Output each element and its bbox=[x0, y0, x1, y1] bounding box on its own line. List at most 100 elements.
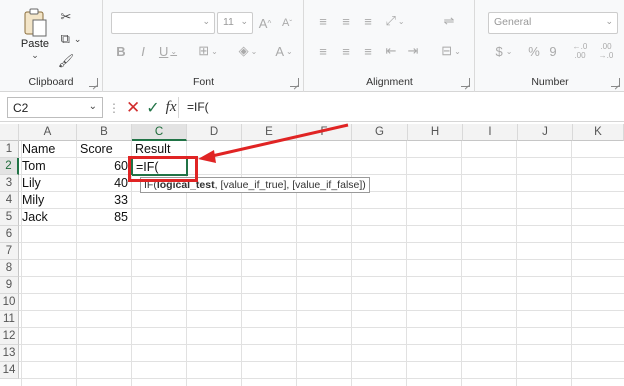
column-header-g[interactable]: G bbox=[352, 124, 408, 141]
row-header-2[interactable]: 2 bbox=[0, 158, 19, 175]
alignment-launcher-icon[interactable] bbox=[461, 78, 470, 87]
copy-button[interactable]: ⧉ ⌄ bbox=[56, 30, 86, 48]
tooltip-args-rest: , [value_if_true], [value_if_false]) bbox=[214, 179, 366, 191]
cell-b3[interactable]: 40 bbox=[77, 175, 132, 192]
row-header-5[interactable]: 5 bbox=[0, 209, 19, 226]
clipboard-launcher-icon[interactable] bbox=[89, 78, 98, 87]
currency-button[interactable]: $ ⌄ bbox=[490, 42, 518, 60]
column-header-a[interactable]: A bbox=[19, 124, 77, 141]
clipboard-group-label: Clipboard bbox=[28, 76, 74, 88]
font-color-button[interactable]: A ⌄ bbox=[270, 42, 298, 60]
column-header-k[interactable]: K bbox=[573, 124, 624, 141]
cell-b2[interactable]: 60 bbox=[77, 158, 132, 175]
column-header-e[interactable]: E bbox=[242, 124, 297, 141]
cell-b1[interactable]: Score bbox=[77, 141, 132, 158]
ribbon: Paste ⌄ ✂ ⧉ ⌄ 🖌 Clipboard ⌄ 11 ⌄ A ^ Aˇ B I… bbox=[0, 0, 624, 92]
row-header-9[interactable]: 9 bbox=[0, 277, 19, 294]
cell-b5[interactable]: 85 bbox=[77, 209, 132, 226]
row-header-6[interactable]: 6 bbox=[0, 226, 19, 243]
underline-button[interactable]: U ⌄ bbox=[156, 42, 180, 60]
name-box[interactable]: C2 ⌄ bbox=[7, 97, 103, 118]
orientation-button[interactable]: ⤢ ⌄ bbox=[383, 12, 407, 30]
align-center-button[interactable]: ≡ bbox=[338, 42, 354, 60]
name-box-value: C2 bbox=[13, 101, 29, 115]
column-header-f[interactable]: F bbox=[297, 124, 352, 141]
alignment-group-label: Alignment bbox=[366, 76, 413, 88]
font-size-value: 11 bbox=[223, 16, 234, 28]
align-right-button[interactable]: ≡ bbox=[360, 42, 376, 60]
font-group: ⌄ 11 ⌄ A ^ Aˇ B I U ⌄ ⊞ ⌄ ◈ ⌄ A ⌄ Font bbox=[104, 0, 304, 92]
align-top-button[interactable]: ≡ bbox=[315, 12, 331, 30]
bold-button[interactable]: B bbox=[114, 42, 128, 60]
paste-button[interactable]: Paste ⌄ bbox=[18, 6, 52, 62]
row-header-11[interactable]: 11 bbox=[0, 311, 19, 328]
align-bottom-button[interactable]: ≡ bbox=[360, 12, 376, 30]
font-launcher-icon[interactable] bbox=[290, 78, 299, 87]
align-middle-button[interactable]: ≡ bbox=[338, 12, 354, 30]
cell-a4[interactable]: Mily bbox=[19, 192, 77, 209]
column-header-d[interactable]: D bbox=[187, 124, 242, 141]
row-header-4[interactable]: 4 bbox=[0, 192, 19, 209]
chevron-down-icon[interactable]: ⌄ bbox=[89, 101, 97, 112]
cut-button[interactable]: ✂ bbox=[58, 8, 74, 26]
cell-a1[interactable]: Name bbox=[19, 141, 77, 158]
paint-bucket-icon: ◈ bbox=[238, 43, 249, 58]
align-middle-icon: ≡ bbox=[342, 13, 350, 29]
increase-indent-button[interactable]: ⇥ bbox=[405, 42, 421, 60]
increase-indent-icon: ⇥ bbox=[407, 43, 419, 58]
number-group: General ⌄ $ ⌄ % 9 ←.0 .00 .00 →.0 Number bbox=[476, 0, 624, 92]
format-painter-button[interactable]: 🖌 bbox=[57, 52, 75, 70]
formula-buttons: ⋮ ✕ ✓ fx bbox=[108, 97, 176, 118]
decrease-decimal-button[interactable]: .00 →.0 bbox=[595, 40, 617, 62]
fill-color-button[interactable]: ◈ ⌄ bbox=[234, 42, 262, 60]
orientation-icon: ⤢ bbox=[385, 13, 396, 28]
borders-button[interactable]: ⊞ ⌄ bbox=[194, 42, 222, 60]
formula-input[interactable]: =IF( bbox=[178, 97, 618, 118]
increase-decimal-button[interactable]: ←.0 .00 bbox=[569, 40, 591, 62]
cancel-icon[interactable]: ✕ bbox=[126, 98, 140, 118]
cell-a3[interactable]: Lily bbox=[19, 175, 77, 192]
row-header-3[interactable]: 3 bbox=[0, 175, 19, 192]
cell-a2[interactable]: Tom bbox=[19, 158, 77, 175]
align-center-icon: ≡ bbox=[342, 43, 350, 59]
column-header-j[interactable]: J bbox=[518, 124, 573, 141]
chevron-down-icon: ⌄ bbox=[202, 16, 210, 26]
row-header-8[interactable]: 8 bbox=[0, 260, 19, 277]
paste-label: Paste bbox=[20, 37, 50, 50]
align-left-button[interactable]: ≡ bbox=[315, 42, 331, 60]
column-header-h[interactable]: H bbox=[408, 124, 463, 141]
column-header-c[interactable]: C bbox=[132, 124, 187, 141]
font-size-dropdown[interactable]: 11 ⌄ bbox=[217, 12, 253, 34]
copy-icon: ⧉ bbox=[60, 31, 70, 46]
decrease-font-button[interactable]: Aˇ bbox=[279, 14, 295, 32]
confirm-icon[interactable]: ✓ bbox=[146, 98, 159, 118]
cell-b4[interactable]: 33 bbox=[77, 192, 132, 209]
insert-function-icon[interactable]: fx bbox=[166, 99, 177, 116]
comma-button[interactable]: 9 bbox=[546, 42, 560, 60]
column-header-b[interactable]: B bbox=[77, 124, 132, 141]
number-format-dropdown[interactable]: General ⌄ bbox=[488, 12, 618, 34]
align-top-icon: ≡ bbox=[319, 13, 327, 29]
brush-icon: 🖌 bbox=[57, 53, 75, 68]
column-header-i[interactable]: I bbox=[463, 124, 518, 141]
decrease-indent-button[interactable]: ⇤ bbox=[383, 42, 399, 60]
row-header-12[interactable]: 12 bbox=[0, 328, 19, 345]
increase-font-button[interactable]: A ^ bbox=[257, 14, 273, 32]
row-header-1[interactable]: 1 bbox=[0, 141, 19, 158]
decrease-indent-icon: ⇤ bbox=[385, 43, 397, 58]
italic-button[interactable]: I bbox=[136, 42, 150, 60]
row-header-7[interactable]: 7 bbox=[0, 243, 19, 260]
percent-button[interactable]: % bbox=[526, 42, 542, 60]
align-left-icon: ≡ bbox=[319, 43, 327, 59]
row-header-10[interactable]: 10 bbox=[0, 294, 19, 311]
row-header-14[interactable]: 14 bbox=[0, 362, 19, 379]
cell-a5[interactable]: Jack bbox=[19, 209, 77, 226]
number-launcher-icon[interactable] bbox=[611, 78, 620, 87]
wrap-text-button[interactable]: ⇌ bbox=[441, 12, 457, 30]
row-header-13[interactable]: 13 bbox=[0, 345, 19, 362]
merge-center-button[interactable]: ⊟ ⌄ bbox=[437, 42, 465, 60]
font-name-dropdown[interactable]: ⌄ bbox=[111, 12, 215, 34]
percent-icon: % bbox=[528, 43, 540, 59]
chevron-down-icon[interactable]: ⌄ bbox=[31, 50, 39, 61]
select-all-corner[interactable] bbox=[0, 124, 19, 141]
